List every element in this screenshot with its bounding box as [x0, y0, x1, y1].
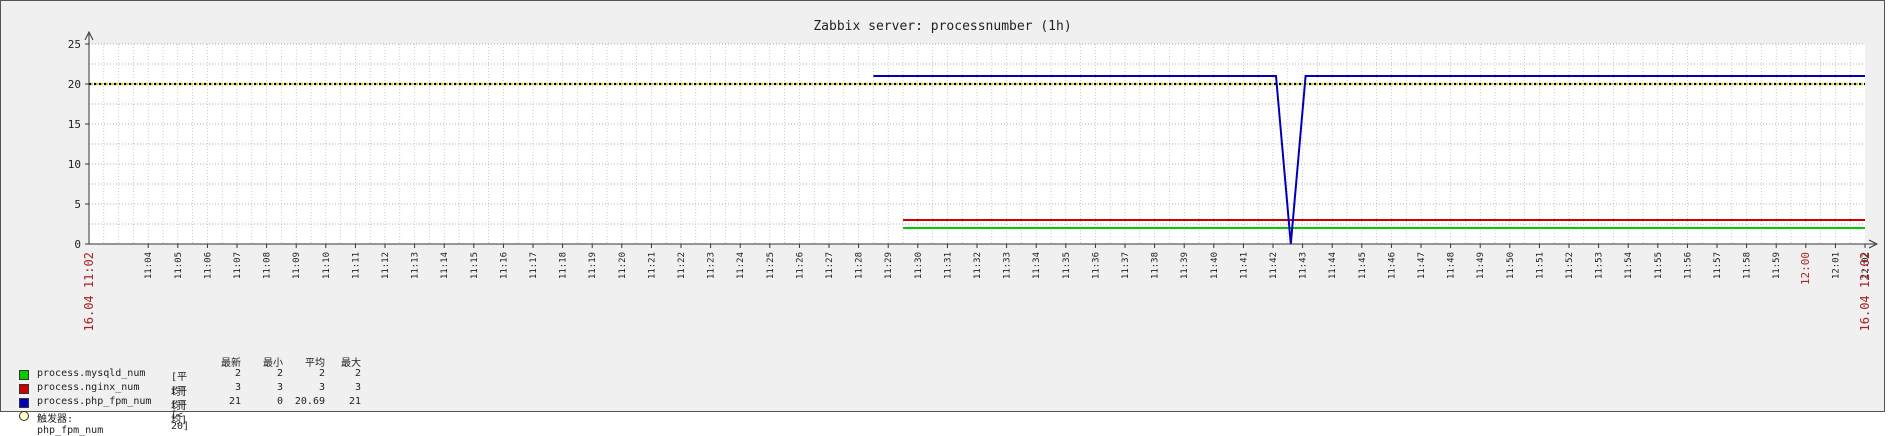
- x-tick-label: 11:52: [1565, 252, 1575, 279]
- x-tick-label: 11:33: [1003, 252, 1013, 279]
- legend-last: 2: [234, 368, 241, 379]
- x-tick-label: 11:53: [1595, 252, 1605, 279]
- x-tick-label: 11:37: [1121, 252, 1131, 279]
- x-tick-label: 11:06: [203, 252, 213, 279]
- legend-header-last: 最新: [221, 358, 241, 369]
- chart-canvas: 0 5 10 15 20 25 11:04 11:05 11:06 11:07 11:08 11:09…: [68, 30, 1879, 331]
- x-tick-label: 11:24: [736, 252, 746, 279]
- x-tick-label: 11:13: [411, 252, 421, 279]
- x-tick-label: 11:30: [914, 252, 924, 279]
- x-tick-label: 11:28: [855, 252, 865, 279]
- x-tick-label: 11:35: [1062, 252, 1072, 279]
- x-tick-label: 11:38: [1151, 252, 1161, 279]
- legend-avg: 3: [318, 382, 325, 393]
- x-tick-label: 11:10: [322, 252, 332, 279]
- x-tick-label: 11:45: [1358, 252, 1368, 279]
- x-range-label: 16.04 11:02: [82, 252, 96, 331]
- legend-last: 21: [228, 396, 241, 407]
- x-tick-label: 11:50: [1506, 252, 1516, 279]
- x-tick-label: 11:21: [647, 252, 657, 279]
- x-tick-label: 11:39: [1180, 252, 1190, 279]
- x-tick-label: 11:18: [559, 252, 569, 279]
- legend-max: 21: [348, 396, 361, 407]
- legend-avg: 20.69: [294, 396, 325, 407]
- trigger-label: 触发器: php_fpm_num: [37, 414, 104, 436]
- x-tick-label: 11:22: [677, 252, 687, 279]
- graph-frame: Zabbix server: processnumber (1h) 0 5 10 15…: [0, 0, 1885, 436]
- x-tick-label: 11:40: [1210, 252, 1220, 279]
- x-tick-label: 11:12: [381, 252, 391, 279]
- y-tick-label: 20: [68, 78, 81, 91]
- x-tick-label: 11:59: [1772, 252, 1782, 279]
- x-tick-label: 11:42: [1269, 252, 1279, 279]
- x-tick-label: 11:55: [1654, 252, 1664, 279]
- legend-swatch: [19, 384, 29, 394]
- legend-last: 3: [234, 382, 241, 393]
- legend-swatch: [19, 398, 29, 408]
- legend-min: 0: [276, 396, 283, 407]
- trigger-condition: [< 20]: [171, 410, 190, 432]
- x-tick-label: 11:29: [884, 252, 894, 279]
- legend-series-name: process.php_fpm_num: [37, 396, 152, 407]
- y-tick-label: 25: [68, 38, 81, 51]
- legend-header-min: 最小: [263, 358, 283, 369]
- y-tick-label: 15: [68, 118, 81, 131]
- x-tick-label: 11:57: [1713, 252, 1723, 279]
- x-tick-label: 11:08: [263, 252, 273, 279]
- x-tick-label: 12:01: [1831, 252, 1841, 279]
- y-tick-label: 5: [74, 198, 81, 211]
- y-tick-label: 10: [68, 158, 81, 171]
- x-tick-label: 11:11: [351, 252, 361, 279]
- x-tick-label: 11:49: [1476, 252, 1486, 279]
- x-tick-label: 12:00: [1799, 252, 1812, 285]
- x-tick-label: 11:16: [499, 252, 509, 279]
- legend-series-name: process.mysqld_num: [37, 368, 146, 379]
- legend-min: 2: [276, 368, 283, 379]
- legend-swatch: [19, 370, 29, 380]
- x-tick-label: 11:47: [1417, 252, 1427, 279]
- y-tick-label: 0: [74, 238, 81, 251]
- legend-header-max: 最大: [341, 358, 361, 369]
- x-tick-label: 11:34: [1032, 252, 1042, 279]
- x-range-label: 16.04 12:02: [1858, 252, 1872, 331]
- x-tick-label: 11:43: [1299, 252, 1309, 279]
- legend-series-name: process.nginx_num: [37, 382, 140, 393]
- x-tick-label: 11:15: [470, 252, 480, 279]
- x-tick-label: 11:17: [529, 252, 539, 279]
- x-tick-label: 11:36: [1091, 252, 1101, 279]
- x-tick-label: 11:56: [1683, 252, 1693, 279]
- x-tick-label: 11:04: [144, 252, 154, 279]
- x-tick-label: 11:46: [1387, 252, 1397, 279]
- legend-max: 2: [354, 368, 361, 379]
- x-tick-label: 11:07: [233, 252, 243, 279]
- x-tick-label: 11:09: [292, 252, 302, 279]
- x-tick-label: 11:51: [1535, 252, 1545, 279]
- x-tick-label: 11:54: [1624, 252, 1634, 279]
- x-tick-label: 11:23: [707, 252, 717, 279]
- x-tick-label: 11:20: [618, 252, 628, 279]
- x-tick-label: 11:44: [1328, 252, 1338, 279]
- legend-header-avg: 平均: [305, 358, 325, 369]
- x-tick-label: 11:19: [588, 252, 598, 279]
- legend-min: 3: [276, 382, 283, 393]
- x-tick-label: 11:32: [973, 252, 983, 279]
- x-tick-label: 11:58: [1743, 252, 1753, 279]
- x-tick-label: 11:26: [795, 252, 805, 279]
- x-tick-label: 11:31: [943, 252, 953, 279]
- x-tick-label: 11:27: [825, 252, 835, 279]
- x-tick-label: 11:48: [1447, 252, 1457, 279]
- x-tick-label: 11:41: [1239, 252, 1249, 279]
- x-tick-label: 11:14: [440, 252, 450, 279]
- x-tick-label: 11:25: [766, 252, 776, 279]
- x-tick-label: 11:05: [174, 252, 184, 279]
- legend-max: 3: [354, 382, 361, 393]
- trigger-dot-icon: [19, 411, 29, 421]
- legend-avg: 2: [318, 368, 325, 379]
